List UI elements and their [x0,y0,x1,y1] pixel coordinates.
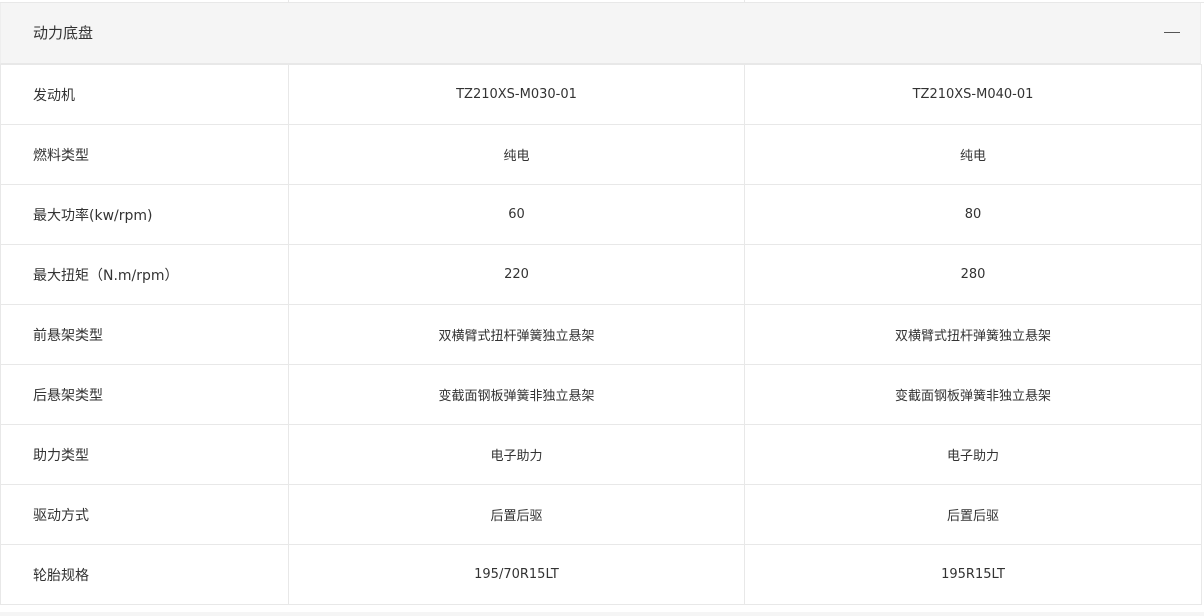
row-label: 发动机 [0,64,289,125]
table-row: 助力类型 电子助力 电子助力 [0,424,1202,485]
row-value: TZ210XS-M040-01 [744,64,1202,125]
row-label: 燃料类型 [0,124,289,185]
row-label: 助力类型 [0,424,289,485]
collapse-button[interactable] [1160,21,1184,45]
row-label: 最大扭矩（N.m/rpm） [0,244,289,305]
row-value: 60 [288,184,745,245]
spec-panel: 动力底盘 发动机 TZ210XS-M030-01 TZ210XS-M040-01… [0,0,1204,616]
row-value: 195/70R15LT [288,544,745,605]
row-value: 电子助力 [744,424,1202,485]
minus-icon [1164,32,1180,33]
row-value: TZ210XS-M030-01 [288,64,745,125]
row-value: 80 [744,184,1202,245]
row-value: 变截面钢板弹簧非独立悬架 [744,364,1202,425]
row-value: 纯电 [744,124,1202,185]
table-row: 最大扭矩（N.m/rpm） 220 280 [0,244,1202,305]
row-value: 电子助力 [288,424,745,485]
bottom-strip [0,612,1204,616]
row-value: 双横臂式扭杆弹簧独立悬架 [288,304,745,365]
section-header[interactable]: 动力底盘 [0,3,1201,64]
table-row: 轮胎规格 195/70R15LT 195R15LT [0,544,1202,605]
section-title: 动力底盘 [33,24,94,42]
row-value: 纯电 [288,124,745,185]
row-value: 后置后驱 [744,484,1202,545]
row-label: 最大功率(kw/rpm) [0,184,289,245]
row-label: 后悬架类型 [0,364,289,425]
row-value: 双横臂式扭杆弹簧独立悬架 [744,304,1202,365]
row-label: 前悬架类型 [0,304,289,365]
row-value: 280 [744,244,1202,305]
table-row: 前悬架类型 双横臂式扭杆弹簧独立悬架 双横臂式扭杆弹簧独立悬架 [0,304,1202,365]
row-value: 后置后驱 [288,484,745,545]
table-row: 最大功率(kw/rpm) 60 80 [0,184,1202,245]
table-row: 后悬架类型 变截面钢板弹簧非独立悬架 变截面钢板弹簧非独立悬架 [0,364,1202,425]
table-row: 驱动方式 后置后驱 后置后驱 [0,484,1202,545]
row-value: 195R15LT [744,544,1202,605]
row-value: 变截面钢板弹簧非独立悬架 [288,364,745,425]
table-row: 燃料类型 纯电 纯电 [0,124,1202,185]
row-label: 轮胎规格 [0,544,289,605]
row-label: 驱动方式 [0,484,289,545]
row-value: 220 [288,244,745,305]
table-row: 发动机 TZ210XS-M030-01 TZ210XS-M040-01 [0,64,1202,125]
spec-table: 发动机 TZ210XS-M030-01 TZ210XS-M040-01 燃料类型… [0,64,1202,605]
